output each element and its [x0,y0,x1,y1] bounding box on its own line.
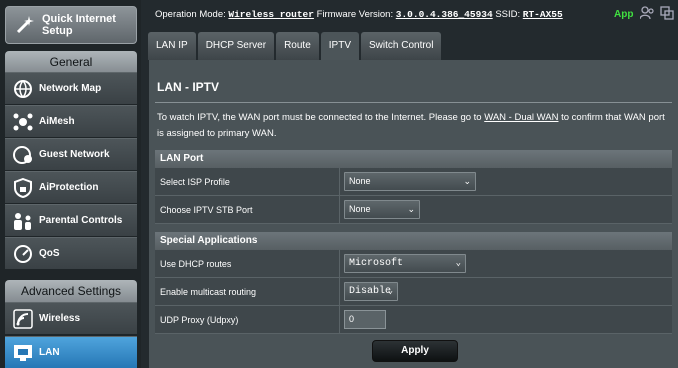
wifi-icon [12,308,34,330]
dhcp-routes-label: Use DHCP routes [160,250,340,278]
udp-proxy-row: UDP Proxy (Udpxy) 0 [155,306,672,334]
family-icon [12,210,34,232]
status-info: Operation Mode: Wireless router Firmware… [155,9,563,20]
iptv-stb-port-label: Choose IPTV STB Port [160,196,340,224]
multicast-routing-row: Enable multicast routing Disable ⌄ [155,278,672,306]
sidebar-item-aimesh[interactable]: AiMesh [5,105,137,137]
isp-profile-label: Select ISP Profile [160,168,340,196]
divider [155,102,672,103]
special-applications-section-title: Special Applications [155,232,672,250]
lock-shield-icon [12,177,34,199]
sidebar: Quick Internet Setup General Network Map… [0,0,141,368]
lan-port-section-title: LAN Port [155,150,672,168]
tab-lan-ip[interactable]: LAN IP [148,32,196,60]
description: To watch IPTV, the WAN port must be conn… [157,110,667,142]
globe-icon [12,78,34,100]
guest-globe-icon [12,144,34,166]
user-icon[interactable] [639,6,654,20]
sidebar-item-qos[interactable]: QoS [5,237,137,269]
dhcp-routes-value: Microsoft [349,258,404,269]
advanced-settings-title: Advanced Settings [5,280,137,302]
mesh-icon [12,111,34,133]
iptv-stb-port-select[interactable]: None ⌄ [344,200,420,219]
lan-icon [12,342,34,364]
multicast-routing-select[interactable]: Disable ⌄ [344,282,398,301]
wan-dual-wan-link[interactable]: WAN - Dual WAN [484,112,558,123]
copy-icon[interactable] [660,6,674,20]
sidebar-item-aiprotection[interactable]: AiProtection [5,171,137,203]
sidebar-item-label: AiProtection [39,182,99,193]
sidebar-item-label: Parental Controls [39,215,123,226]
gauge-icon [12,243,34,265]
firmware-link[interactable]: 3.0.0.4.386_45934 [396,9,493,20]
iptv-panel: LAN - IPTV To watch IPTV, the WAN port m… [149,60,678,368]
udp-proxy-input[interactable]: 0 [344,310,386,329]
multicast-routing-value: Disable [349,286,392,297]
tab-iptv[interactable]: IPTV [320,32,359,60]
dhcp-routes-row: Use DHCP routes Microsoft ⌄ [155,250,672,278]
sidebar-item-wireless[interactable]: Wireless [5,302,137,334]
general-section-title: General [5,51,137,73]
sidebar-item-lan[interactable]: LAN [5,336,137,368]
page-title: LAN - IPTV [157,80,219,94]
sidebar-item-network-map[interactable]: Network Map [5,72,137,104]
chevron-down-icon: ⌄ [463,176,471,186]
sidebar-item-label: Network Map [39,83,102,94]
description-text: To watch IPTV, the WAN port must be conn… [157,112,485,123]
sidebar-item-label: AiMesh [39,116,75,127]
sidebar-item-label: Wireless [39,313,81,324]
firmware-label: Firmware Version: [316,9,394,20]
quick-setup-label: Quick Internet Setup [42,13,116,37]
udp-proxy-label: UDP Proxy (Udpxy) [160,306,340,334]
chevron-down-icon: ⌄ [407,204,415,214]
ssid-label: SSID: [495,9,521,20]
multicast-routing-label: Enable multicast routing [160,278,340,306]
app-link[interactable]: App [614,9,633,20]
tab-route[interactable]: Route [276,32,319,60]
sidebar-item-label: LAN [39,347,60,358]
operation-mode-label: Operation Mode: [155,9,226,20]
tab-dhcp-server[interactable]: DHCP Server [197,32,275,60]
router-admin-page: Quick Internet Setup General Network Map… [0,0,678,368]
tab-bar: LAN IP DHCP Server Route IPTV Switch Con… [148,32,443,60]
chevron-down-icon: ⌄ [455,258,461,268]
iptv-stb-port-row: Choose IPTV STB Port None ⌄ [155,196,672,224]
isp-profile-value: None [349,176,371,186]
wand-icon [12,12,38,38]
sidebar-item-parental-controls[interactable]: Parental Controls [5,204,137,236]
dhcp-routes-select[interactable]: Microsoft ⌄ [344,254,466,273]
sidebar-item-label: Guest Network [39,149,110,160]
status-bar: Operation Mode: Wireless router Firmware… [148,0,678,28]
tab-switch-control[interactable]: Switch Control [361,32,442,60]
sidebar-item-guest-network[interactable]: Guest Network [5,138,137,170]
iptv-stb-port-value: None [349,204,371,214]
isp-profile-row: Select ISP Profile None ⌄ [155,168,672,196]
quick-internet-setup-button[interactable]: Quick Internet Setup [5,6,137,44]
operation-mode-link[interactable]: Wireless router [228,9,314,20]
ssid-link[interactable]: RT-AX55 [523,9,563,20]
chevron-down-icon: ⌄ [387,286,393,296]
isp-profile-select[interactable]: None ⌄ [344,172,476,191]
sidebar-item-label: QoS [39,248,60,259]
apply-button[interactable]: Apply [372,340,458,362]
